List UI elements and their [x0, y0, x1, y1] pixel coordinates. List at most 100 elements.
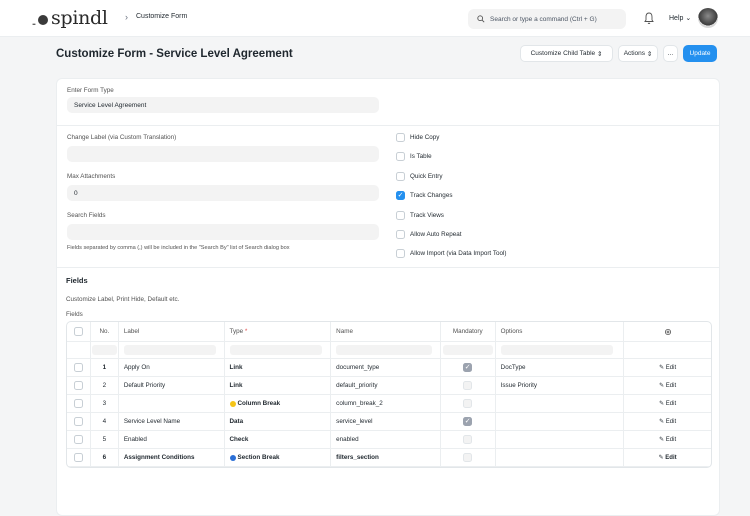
row-type[interactable]: Column Break: [225, 395, 332, 412]
chevron-down-icon: ⌄: [685, 15, 692, 22]
row-mandatory[interactable]: ✓: [441, 359, 496, 376]
help-menu[interactable]: Help ⌄: [669, 14, 691, 22]
row-type[interactable]: Data: [225, 413, 332, 430]
table-row[interactable]: 6 Assignment Conditions Section Break filte…: [67, 449, 711, 467]
allow-auto-repeat-checkbox[interactable]: Allow Auto Repeat: [396, 230, 461, 239]
filter-cell[interactable]: [441, 342, 496, 358]
filter-cell[interactable]: [331, 342, 441, 358]
filter-input[interactable]: [442, 345, 493, 355]
row-edit[interactable]: ✎ Edit: [624, 413, 711, 430]
row-label[interactable]: Enabled: [119, 431, 225, 448]
form-type-label: Enter Form Type: [67, 87, 114, 94]
row-name[interactable]: enabled: [331, 431, 441, 448]
row-edit[interactable]: ✎ Edit: [624, 431, 711, 448]
edit-button[interactable]: ✎ Edit: [659, 364, 676, 371]
col-label: Label: [119, 322, 225, 341]
row-name[interactable]: filters_section: [331, 449, 441, 466]
search-fields-input[interactable]: [67, 224, 379, 240]
row-label[interactable]: [119, 395, 225, 412]
edit-button[interactable]: ✎ Edit: [659, 436, 676, 443]
row-name[interactable]: default_priority: [331, 377, 441, 394]
row-select-cell[interactable]: [67, 431, 91, 448]
row-select-cell[interactable]: [67, 449, 91, 466]
navbar: .. spindl › Customize Form Search or typ…: [0, 0, 750, 37]
filter-input[interactable]: [336, 345, 432, 355]
quick-entry-checkbox[interactable]: Quick Entry: [396, 172, 443, 181]
row-label[interactable]: Service Level Name: [119, 413, 225, 430]
fields-section-title[interactable]: Fields: [66, 276, 88, 285]
row-edit[interactable]: ✎ Edit: [624, 377, 711, 394]
change-label-input[interactable]: [67, 146, 379, 162]
row-label[interactable]: Apply On: [119, 359, 225, 376]
row-options[interactable]: [496, 449, 625, 466]
row-options[interactable]: DocType: [496, 359, 625, 376]
row-select-cell[interactable]: [67, 395, 91, 412]
app-logo[interactable]: .. spindl: [32, 9, 108, 28]
checkbox-box: [463, 453, 473, 462]
edit-button[interactable]: ✎ Edit: [659, 382, 676, 389]
required-marker: *: [244, 328, 248, 335]
actions-button[interactable]: Actions ⇕: [618, 45, 658, 62]
customize-child-table-label: Customize Child Table: [530, 50, 596, 57]
hide-copy-checkbox[interactable]: Hide Copy: [396, 133, 439, 142]
edit-button[interactable]: ✎ Edit: [659, 400, 676, 407]
update-button[interactable]: Update: [683, 45, 717, 62]
row-name[interactable]: service_level: [331, 413, 441, 430]
select-all-cell[interactable]: [67, 322, 91, 341]
table-row[interactable]: 4 Service Level Name Data service_level ✓ ✎ E…: [67, 413, 711, 431]
form-type-input[interactable]: Service Level Agreement: [67, 97, 379, 113]
row-select-cell[interactable]: [67, 377, 91, 394]
row-options[interactable]: [496, 413, 625, 430]
row-type[interactable]: Check: [225, 431, 332, 448]
more-button[interactable]: ...: [663, 45, 678, 62]
breadcrumb[interactable]: Customize Form: [136, 13, 187, 20]
filter-cell[interactable]: [225, 342, 332, 358]
row-mandatory[interactable]: ✓: [441, 413, 496, 430]
row-type[interactable]: Link: [225, 377, 332, 394]
edit-button[interactable]: ✎ Edit: [659, 454, 677, 461]
filter-input[interactable]: [229, 345, 323, 355]
avatar[interactable]: [698, 8, 718, 28]
row-name[interactable]: column_break_2: [331, 395, 441, 412]
row-name[interactable]: document_type: [331, 359, 441, 376]
grid-body: 1 Apply On Link document_type ✓ DocType ✎ Edit…: [67, 359, 711, 467]
filter-cell[interactable]: [496, 342, 625, 358]
table-row[interactable]: 5 Enabled Check enabled ✎ Edit: [67, 431, 711, 449]
row-edit[interactable]: ✎ Edit: [624, 449, 711, 466]
row-type-text: Data: [229, 418, 244, 425]
table-row[interactable]: 2 Default Priority Link default_priority Iss…: [67, 377, 711, 395]
bell-icon[interactable]: [643, 11, 655, 25]
customize-child-table-button[interactable]: Customize Child Table ⇕: [520, 45, 613, 62]
row-mandatory[interactable]: [441, 395, 496, 412]
is-table-checkbox[interactable]: Is Table: [396, 152, 432, 161]
table-row[interactable]: 1 Apply On Link document_type ✓ DocType ✎ Edit: [67, 359, 711, 377]
row-select-cell[interactable]: [67, 359, 91, 376]
row-mandatory[interactable]: [441, 377, 496, 394]
edit-button[interactable]: ✎ Edit: [659, 418, 676, 425]
allow-import-checkbox[interactable]: Allow Import (via Data Import Tool): [396, 249, 506, 258]
track-changes-checkbox[interactable]: ✓ Track Changes: [396, 191, 452, 200]
row-type[interactable]: Link: [225, 359, 332, 376]
row-options[interactable]: [496, 395, 625, 412]
row-mandatory[interactable]: [441, 449, 496, 466]
row-options[interactable]: Issue Priority: [496, 377, 625, 394]
row-label[interactable]: Assignment Conditions: [119, 449, 225, 466]
row-select-cell[interactable]: [67, 413, 91, 430]
row-label[interactable]: Default Priority: [119, 377, 225, 394]
row-edit[interactable]: ✎ Edit: [624, 395, 711, 412]
table-row[interactable]: 3 Column Break column_break_2 ✎ Edit: [67, 395, 711, 413]
max-attachments-input[interactable]: 0: [67, 185, 379, 201]
filter-input[interactable]: [92, 345, 117, 355]
row-no: 1: [91, 359, 119, 376]
row-type[interactable]: Section Break: [225, 449, 332, 466]
column-settings-cell[interactable]: [624, 322, 711, 341]
track-views-checkbox[interactable]: Track Views: [396, 211, 444, 220]
row-options[interactable]: [496, 431, 625, 448]
filter-input[interactable]: [123, 345, 216, 355]
filter-cell[interactable]: [119, 342, 225, 358]
filter-input[interactable]: [500, 345, 614, 355]
filter-cell[interactable]: [91, 342, 119, 358]
search-input[interactable]: Search or type a command (Ctrl + G): [468, 9, 626, 29]
row-edit[interactable]: ✎ Edit: [624, 359, 711, 376]
row-mandatory[interactable]: [441, 431, 496, 448]
